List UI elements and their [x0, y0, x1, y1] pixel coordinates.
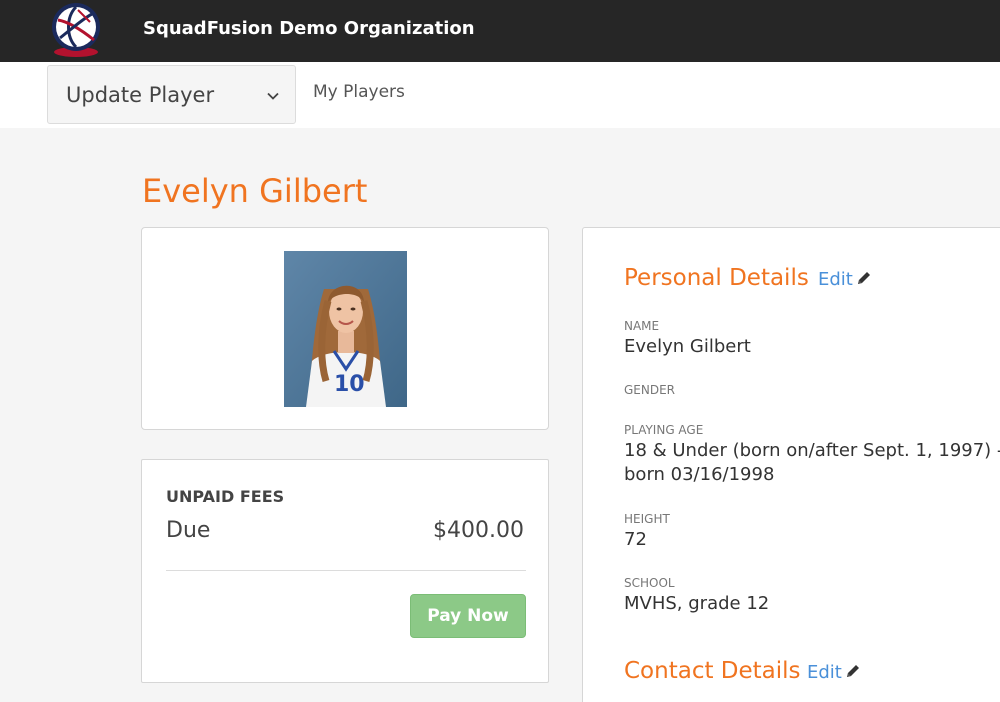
unpaid-fees-card: UNPAID FEES Due $400.00 Pay Now [141, 459, 549, 683]
pay-now-button[interactable]: Pay Now [410, 594, 526, 638]
jersey-number: 10 [334, 372, 365, 397]
divider [166, 570, 526, 571]
height-label: HEIGHT [624, 512, 670, 526]
name-label: NAME [624, 319, 660, 333]
top-bar: SquadFusion Demo Organization [0, 0, 1000, 62]
contact-details-heading: Contact Details [624, 658, 801, 684]
pencil-icon [845, 663, 861, 679]
height-value: 72 [624, 529, 647, 550]
page-title: Evelyn Gilbert [142, 172, 368, 210]
edit-label: Edit [807, 662, 842, 683]
school-value: MVHS, grade 12 [624, 593, 770, 614]
name-value: Evelyn Gilbert [624, 336, 751, 357]
chevron-down-icon [266, 88, 280, 102]
edit-personal-details-link[interactable]: Edit [818, 269, 872, 291]
pencil-icon [856, 270, 872, 286]
due-label: Due [166, 518, 211, 543]
organization-name: SquadFusion Demo Organization [143, 18, 475, 39]
gender-label: GENDER [624, 383, 676, 397]
playing-age-value-line1: 18 & Under (born on/after Sept. 1, 1997)… [624, 440, 1000, 461]
sub-nav: Update Player My Players [0, 62, 1000, 128]
volleyball-logo-icon[interactable] [48, 2, 104, 58]
unpaid-fees-heading: UNPAID FEES [166, 487, 285, 506]
player-photo-card: 10 [141, 227, 549, 430]
player-action-select-value: Update Player [66, 83, 215, 107]
edit-label: Edit [818, 269, 853, 290]
edit-contact-details-link[interactable]: Edit [807, 662, 861, 684]
playing-age-value-line2: born 03/16/1998 [624, 464, 775, 485]
due-amount: $400.00 [433, 518, 524, 543]
personal-details-heading: Personal Details [624, 265, 809, 291]
player-photo: 10 [284, 251, 407, 407]
school-label: SCHOOL [624, 576, 675, 590]
player-action-select[interactable]: Update Player [47, 65, 296, 124]
my-players-link[interactable]: My Players [313, 82, 405, 102]
playing-age-label: PLAYING AGE [624, 423, 704, 437]
details-card: Personal Details Edit NAME Evelyn Gilber… [582, 227, 1000, 702]
